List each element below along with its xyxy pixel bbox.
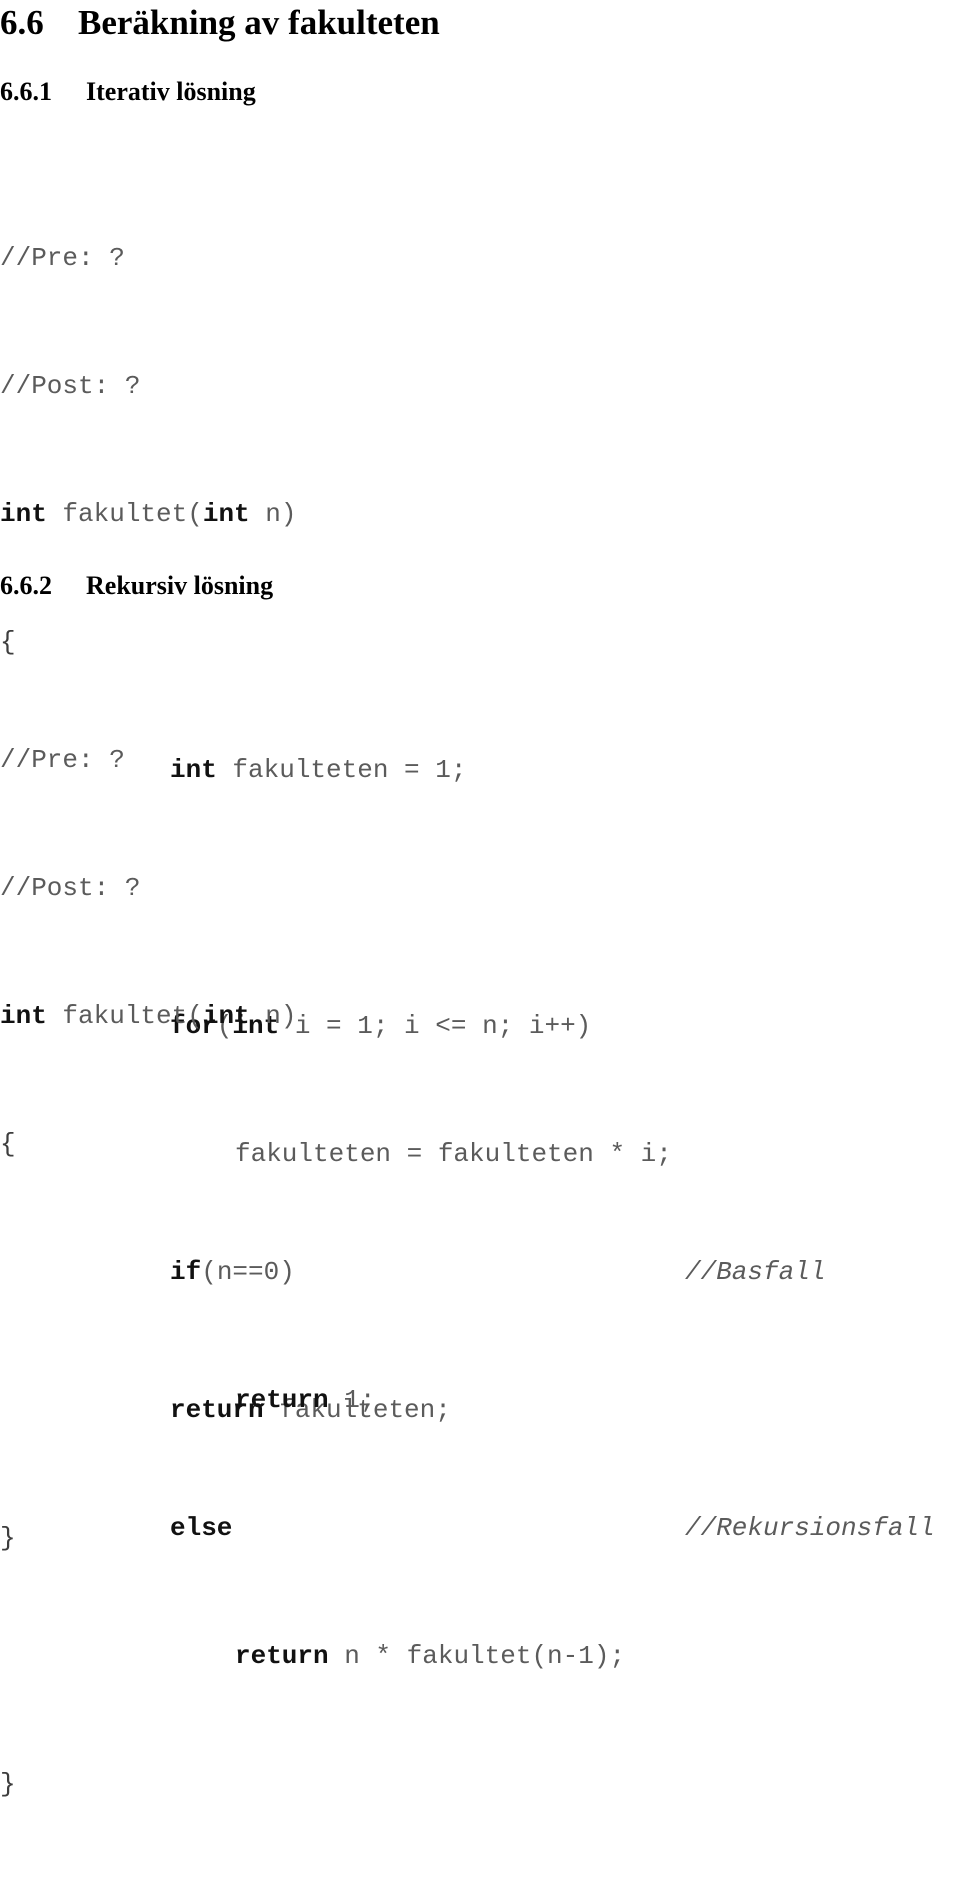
- subsection-heading-6-6-1: 6.6.1 Iterativ lösning: [0, 76, 256, 108]
- code-line-signature: int fakultet(int n): [0, 498, 960, 530]
- code-line-return-base: return 1;: [0, 1384, 960, 1416]
- code-line-post: //Post: ?: [0, 370, 960, 402]
- keyword-return: return: [235, 1385, 329, 1415]
- code-line-return-recursive: return n * fakultet(n-1);: [0, 1640, 960, 1672]
- param-name: n): [249, 499, 297, 529]
- comment-post: //Post: ?: [0, 873, 141, 903]
- return-base-value: 1;: [328, 1385, 376, 1415]
- code-line-else: else //Rekursionsfall: [0, 1512, 960, 1544]
- keyword-if: if: [170, 1257, 202, 1287]
- function-name: fakultet(: [46, 1001, 203, 1031]
- comment-basfall: //Basfall: [685, 1257, 826, 1287]
- function-name: fakultet(: [46, 499, 203, 529]
- subsection-heading-6-6-2: 6.6.2 Rekursiv lösning: [0, 570, 273, 602]
- keyword-return: return: [235, 1641, 329, 1671]
- code-block-recursive: //Pre: ? //Post: ? int fakultet(int n) {…: [0, 648, 960, 1880]
- code-line-close-brace: }: [0, 1768, 960, 1800]
- code-line-signature: int fakultet(int n): [0, 1000, 960, 1032]
- section-number: 6.6: [0, 3, 44, 42]
- param-name: n): [249, 1001, 297, 1031]
- keyword-else: else: [170, 1513, 233, 1543]
- code-line-pre: //Pre: ?: [0, 242, 960, 274]
- code-line-if: if(n==0) //Basfall: [0, 1256, 960, 1288]
- keyword-int-return: int: [0, 499, 47, 529]
- code-line-open-brace: {: [0, 1128, 960, 1160]
- comment-pre: //Pre: ?: [0, 243, 125, 273]
- section-heading-6-6: 6.6 Beräkning av fakulteten: [0, 2, 440, 44]
- open-brace: {: [0, 1129, 16, 1159]
- code-line-pre: //Pre: ?: [0, 744, 960, 776]
- keyword-int-param: int: [202, 499, 250, 529]
- keyword-int-param: int: [202, 1001, 250, 1031]
- code-line-post: //Post: ?: [0, 872, 960, 904]
- section-title: Beräkning av fakulteten: [78, 3, 440, 42]
- comment-rekursionsfall: //Rekursionsfall: [685, 1513, 935, 1543]
- document-page: 6.6 Beräkning av fakulteten 6.6.1 Iterativ…: [0, 0, 960, 1799]
- close-brace: }: [0, 1769, 16, 1799]
- return-recursive-expression: n * fakultet(n-1);: [328, 1641, 626, 1671]
- comment-pre: //Pre: ?: [0, 745, 125, 775]
- comment-post: //Post: ?: [0, 371, 141, 401]
- if-condition: (n==0): [201, 1257, 295, 1287]
- subsection-number: 6.6.1: [0, 77, 52, 106]
- subsection-number: 6.6.2: [0, 571, 52, 600]
- subsection-title: Iterativ lösning: [86, 77, 256, 106]
- keyword-int-return: int: [0, 1001, 47, 1031]
- subsection-title: Rekursiv lösning: [86, 571, 274, 600]
